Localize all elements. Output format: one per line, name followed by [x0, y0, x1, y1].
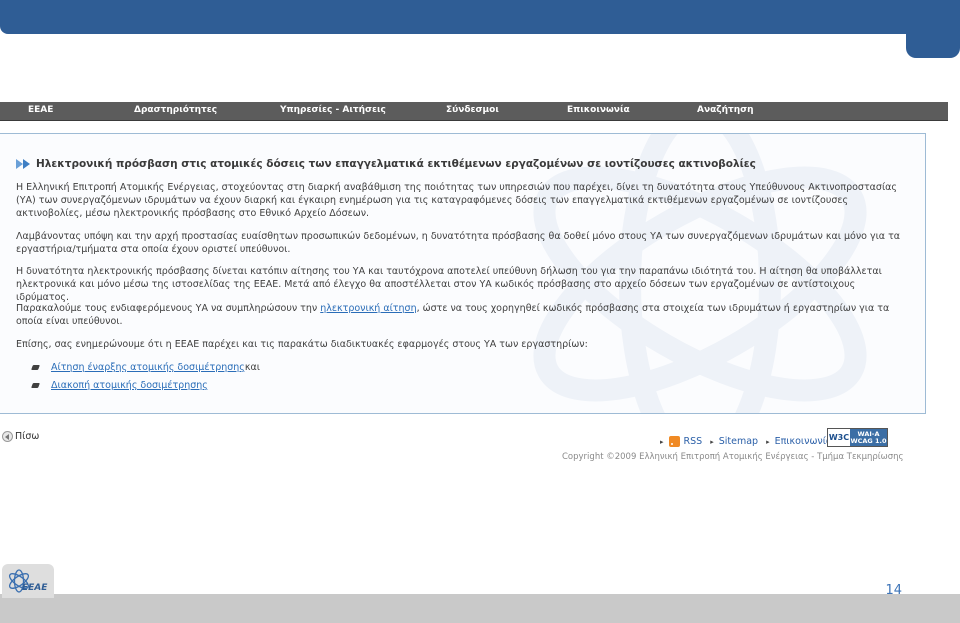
paragraph-access: Η δυνατότητα ηλεκτρονικής πρόσβασης δίνε…: [16, 266, 882, 303]
rss-link[interactable]: RSS: [684, 436, 703, 447]
paragraph-apps: Επίσης, σας ενημερώνουμε ότι η ΕΕΑΕ παρέ…: [16, 339, 588, 350]
nav-item-links[interactable]: Σύνδεσμοι: [446, 105, 499, 115]
arrow-bullet-icon: ▸: [710, 437, 714, 446]
electronic-application-link[interactable]: ηλεκτρονική αίτηση: [320, 303, 416, 314]
nav-item-activities[interactable]: Δραστηριότητες: [134, 105, 217, 115]
nav-item-services[interactable]: Υπηρεσίες - Αιτήσεις: [280, 105, 386, 115]
list-item-suffix: και: [244, 362, 260, 373]
wai-label: WAI-A WCAG 1.0: [850, 429, 887, 446]
content-panel: Ηλεκτρονική πρόσβαση στις ατομικές δόσει…: [0, 133, 926, 414]
slide-bottom-bar: [0, 594, 960, 623]
main-nav: ΕΕΑΕ Δραστηριότητες Υπηρεσίες - Αιτήσεις…: [0, 102, 948, 121]
w3c-logo-text: W3C: [828, 433, 850, 442]
back-arrow-icon: [2, 431, 13, 442]
page-heading: Ηλεκτρονική πρόσβαση στις ατομικές δόσει…: [36, 158, 756, 170]
list-item: Διακοπή ατομικής δοσιμέτρησης: [31, 380, 208, 391]
sitemap-link[interactable]: Sitemap: [719, 436, 758, 447]
double-arrow-icon: [16, 159, 30, 169]
start-dosimetry-link[interactable]: Αίτηση έναρξης ατομικής δοσιμέτρησης: [51, 362, 245, 373]
bullet-icon: [31, 383, 40, 388]
list-item: Αίτηση έναρξης ατομικής δοσιμέτρησης και: [31, 362, 260, 373]
paragraph-intro: Η Ελληνική Επιτροπή Ατομικής Ενέργειας, …: [16, 182, 898, 219]
copyright-text: Copyright ©2009 Ελληνική Επιτροπή Ατομικ…: [562, 452, 904, 462]
footer-links: ▸ RSS ▸ Sitemap ▸ Επικοινωνία: [660, 436, 840, 447]
request-text-before: Παρακαλούμε τους ενδιαφερόμενους ΥΑ να σ…: [16, 303, 321, 314]
stop-dosimetry-link[interactable]: Διακοπή ατομικής δοσιμέτρησης: [51, 380, 208, 391]
wai-a-badge[interactable]: W3C WAI-A WCAG 1.0: [827, 428, 888, 447]
bullet-icon: [31, 365, 40, 370]
arrow-bullet-icon: ▸: [766, 437, 770, 446]
arrow-bullet-icon: ▸: [660, 437, 664, 446]
nav-item-search[interactable]: Αναζήτηση: [697, 105, 754, 115]
nav-item-contact[interactable]: Επικοινωνία: [567, 105, 630, 115]
slide-top-tab: [906, 0, 960, 58]
wcag-version: WCAG 1.0: [850, 436, 887, 445]
nav-item-eeae[interactable]: ΕΕΑΕ: [28, 105, 53, 115]
page-number: 14: [885, 583, 902, 598]
eeae-logo-icon: ΕΕΑΕ: [8, 569, 48, 593]
slide-top-bar: [0, 0, 960, 34]
logo-text: ΕΕΑΕ: [22, 583, 48, 593]
rss-icon[interactable]: [668, 436, 680, 447]
contact-link[interactable]: Επικοινωνία: [775, 436, 833, 447]
paragraph-privacy: Λαμβάνοντας υπόψη και την αρχή προστασία…: [16, 231, 901, 255]
back-label: Πίσω: [15, 431, 40, 442]
paragraph-request: Παρακαλούμε τους ενδιαφερόμενους ΥΑ να σ…: [16, 302, 911, 328]
back-button[interactable]: Πίσω: [2, 431, 39, 442]
heading-row: Ηλεκτρονική πρόσβαση στις ατομικές δόσει…: [16, 158, 756, 170]
